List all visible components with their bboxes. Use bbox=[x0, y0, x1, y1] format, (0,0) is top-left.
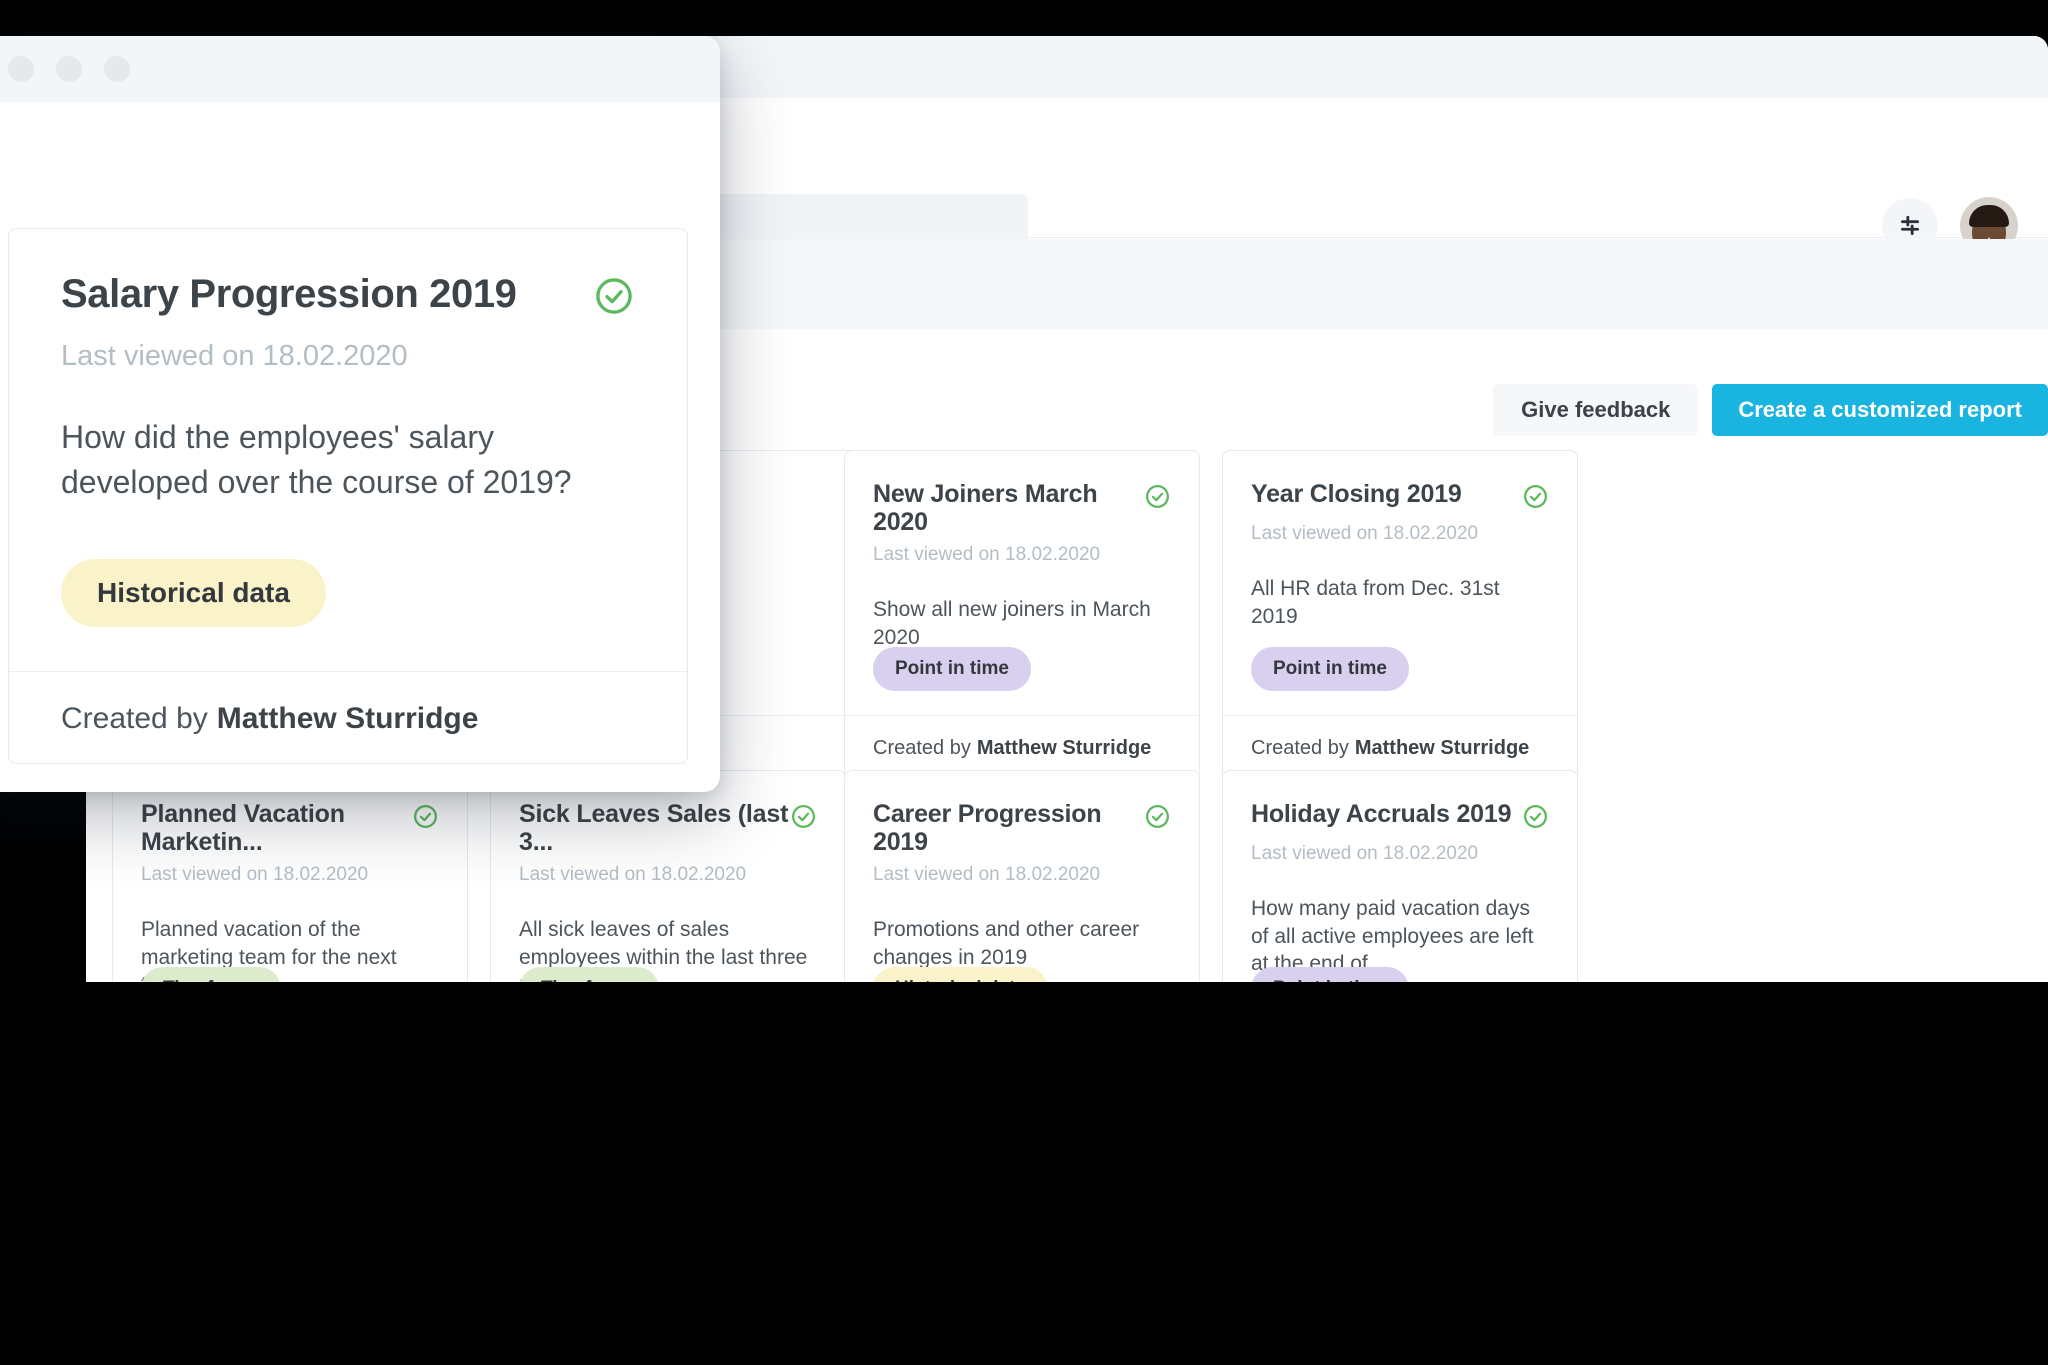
card-title: New Joiners March 2020 bbox=[873, 480, 1098, 536]
card-title-row: Year Closing 2019 bbox=[1251, 480, 1549, 515]
maximize-icon[interactable] bbox=[104, 56, 130, 82]
status-badge: Historical data bbox=[873, 967, 1048, 982]
card-body: Holiday Accruals 2019 Last viewed on 18.… bbox=[1223, 771, 1577, 982]
overlay-window: Salary Progression 2019 Last viewed on 1… bbox=[0, 36, 720, 792]
card-title-row: Salary Progression 2019 bbox=[61, 273, 635, 322]
card-description: How did the employees' salary developed … bbox=[61, 419, 572, 501]
status-badge: Timeframe bbox=[519, 967, 659, 982]
card-title: Sick Leaves Sales (last 3... bbox=[519, 800, 789, 856]
card-title: Holiday Accruals 2019 bbox=[1251, 800, 1512, 828]
card-title: Planned Vacation Marketin... bbox=[141, 800, 345, 856]
card-title-row: Planned Vacation Marketin... bbox=[141, 800, 439, 856]
minimize-icon[interactable] bbox=[56, 56, 82, 82]
status-badge: Point in time bbox=[1251, 967, 1409, 982]
close-icon[interactable] bbox=[8, 56, 34, 82]
check-circle-icon bbox=[593, 275, 635, 322]
status-badge: Point in time bbox=[1251, 647, 1409, 691]
card-meta: Last viewed on 18.02.2020 bbox=[873, 544, 1101, 565]
check-circle-icon bbox=[1144, 483, 1171, 515]
card-meta: Last viewed on 18.02.2020 bbox=[873, 864, 1101, 885]
card-meta: Last viewed on 18.02.2020 bbox=[519, 864, 747, 885]
report-card[interactable]: Career Progression 2019 Last viewed on 1… bbox=[844, 770, 1200, 982]
check-circle-icon bbox=[1144, 803, 1171, 835]
card-body: Sick Leaves Sales (last 3... Last viewed… bbox=[491, 771, 845, 982]
check-circle-icon bbox=[1522, 483, 1549, 515]
card-footer-prefix: Created by bbox=[873, 737, 971, 759]
card-title-row: New Joiners March 2020 bbox=[873, 480, 1171, 536]
give-feedback-button[interactable]: Give feedback bbox=[1493, 384, 1699, 436]
card-footer: Created by Matthew Sturridge bbox=[9, 671, 687, 763]
card-body: Year Closing 2019 Last viewed on 18.02.2… bbox=[1223, 451, 1577, 715]
report-card[interactable]: Year Closing 2019 Last viewed on 18.02.2… bbox=[1222, 450, 1578, 780]
check-circle-icon bbox=[1522, 803, 1549, 835]
avatar-hair bbox=[1969, 205, 2009, 228]
card-title-row: Sick Leaves Sales (last 3... bbox=[519, 800, 817, 856]
card-footer-prefix: Created by bbox=[61, 701, 208, 735]
create-customized-report-button[interactable]: Create a customized report bbox=[1712, 384, 2048, 436]
card-body: Planned Vacation Marketin... Last viewed… bbox=[113, 771, 467, 982]
featured-report-card[interactable]: Salary Progression 2019 Last viewed on 1… bbox=[8, 228, 688, 764]
card-footer-prefix: Created by bbox=[1251, 737, 1349, 759]
card-footer-author: Matthew Sturridge bbox=[976, 737, 1152, 759]
card-footer-author: Matthew Sturridge bbox=[216, 701, 479, 735]
status-badge: Timeframe bbox=[141, 967, 281, 982]
card-meta: Last viewed on 18.02.2020 bbox=[141, 864, 369, 885]
card-description: Promotions and other career changes in 2… bbox=[873, 918, 1140, 969]
screenshot-stage: Give feedback Create a customized report… bbox=[0, 0, 2048, 1365]
card-description: Show all new joiners in March 2020 bbox=[873, 598, 1151, 649]
card-body: Career Progression 2019 Last viewed on 1… bbox=[845, 771, 1199, 982]
card-footer-author: Matthew Sturridge bbox=[1354, 737, 1530, 759]
card-meta: Last viewed on 18.02.2020 bbox=[1251, 523, 1479, 544]
status-badge: Point in time bbox=[873, 647, 1031, 691]
card-title: Year Closing 2019 bbox=[1251, 480, 1462, 508]
page-title: Salary Progression 2019 bbox=[61, 272, 517, 316]
card-title-row: Career Progression 2019 bbox=[873, 800, 1171, 856]
card-meta: Last viewed on 18.02.2020 bbox=[1251, 843, 1479, 864]
check-circle-icon bbox=[412, 803, 439, 835]
overlay-titlebar bbox=[0, 36, 720, 102]
toolbar-actions: Give feedback Create a customized report bbox=[1493, 384, 2048, 436]
card-description: How many paid vacation days of all activ… bbox=[1251, 897, 1534, 976]
report-card[interactable]: New Joiners March 2020 Last viewed on 18… bbox=[844, 450, 1200, 780]
card-title-row: Holiday Accruals 2019 bbox=[1251, 800, 1549, 835]
card-body: Salary Progression 2019 Last viewed on 1… bbox=[9, 229, 687, 671]
report-card[interactable]: Sick Leaves Sales (last 3... Last viewed… bbox=[490, 770, 846, 982]
status-badge: Historical data bbox=[61, 559, 326, 627]
card-description: All HR data from Dec. 31st 2019 bbox=[1251, 577, 1500, 628]
check-circle-icon bbox=[790, 803, 817, 835]
card-meta: Last viewed on 18.02.2020 bbox=[61, 340, 408, 372]
card-body: New Joiners March 2020 Last viewed on 18… bbox=[845, 451, 1199, 715]
report-card[interactable]: Planned Vacation Marketin... Last viewed… bbox=[112, 770, 468, 982]
report-card[interactable]: Holiday Accruals 2019 Last viewed on 18.… bbox=[1222, 770, 1578, 982]
card-title: Career Progression 2019 bbox=[873, 800, 1102, 856]
